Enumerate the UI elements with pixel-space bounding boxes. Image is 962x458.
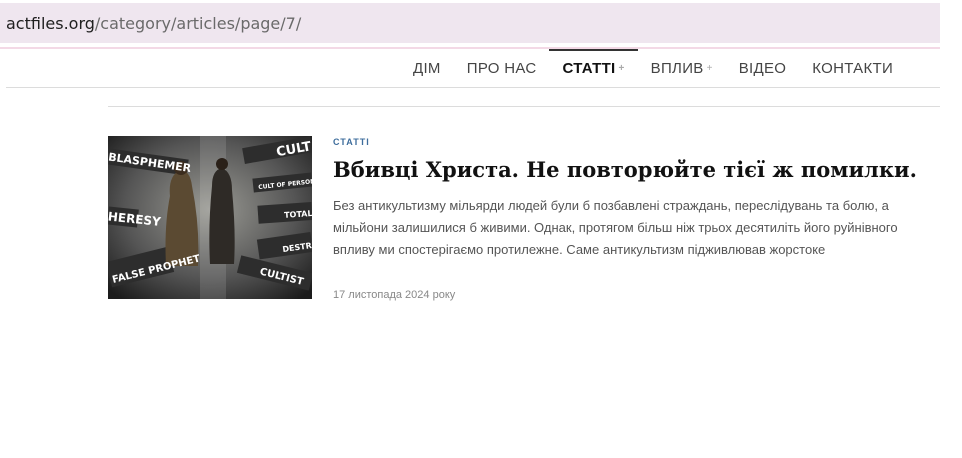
article-category-link[interactable]: СТАТТІ (333, 137, 370, 147)
article-date: 17 листопада 2024 року (333, 289, 456, 301)
nav-label: СТАТТІ (562, 59, 616, 77)
article-thumbnail[interactable]: BLASPHEMER CULT CULT OF PERSONALITY HERE… (108, 136, 312, 299)
nav-item-home[interactable]: ДІМ (400, 49, 454, 87)
nav-label: ВПЛИВ (650, 59, 704, 77)
article-excerpt: Без антикультизму мільярди людей були б … (333, 198, 898, 257)
nav-label: ВІДЕО (738, 59, 787, 77)
article-image: BLASPHEMER CULT CULT OF PERSONALITY HERE… (108, 136, 312, 299)
main-nav: ДІМ ПРО НАС СТАТТІ + ВПЛИВ + ВІДЕО КОНТАКТ… (400, 49, 906, 87)
nav-divider (6, 87, 940, 88)
dropdown-plus-icon: + (618, 62, 625, 74)
nav-label: ДІМ (413, 59, 441, 77)
nav-label: ПРО НАС (466, 59, 537, 77)
nav-label: КОНТАКТИ (812, 59, 894, 77)
article-title-link[interactable]: Вбивці Христа. Не повторюйте тієї ж поми… (333, 157, 917, 182)
content-divider (108, 106, 940, 107)
nav-item-contacts[interactable]: КОНТАКТИ (799, 49, 906, 87)
dropdown-plus-icon: + (706, 62, 713, 74)
nav-item-articles[interactable]: СТАТТІ + (549, 49, 638, 87)
nav-item-about[interactable]: ПРО НАС (454, 49, 550, 87)
address-bar[interactable]: actfiles.org/category/articles/page/7/ (0, 3, 940, 43)
url-path: /category/articles/page/7/ (94, 13, 302, 33)
nav-item-impact[interactable]: ВПЛИВ + (638, 49, 726, 87)
nav-item-video[interactable]: ВІДЕО (726, 49, 800, 87)
url-host: actfiles.org (6, 13, 95, 33)
